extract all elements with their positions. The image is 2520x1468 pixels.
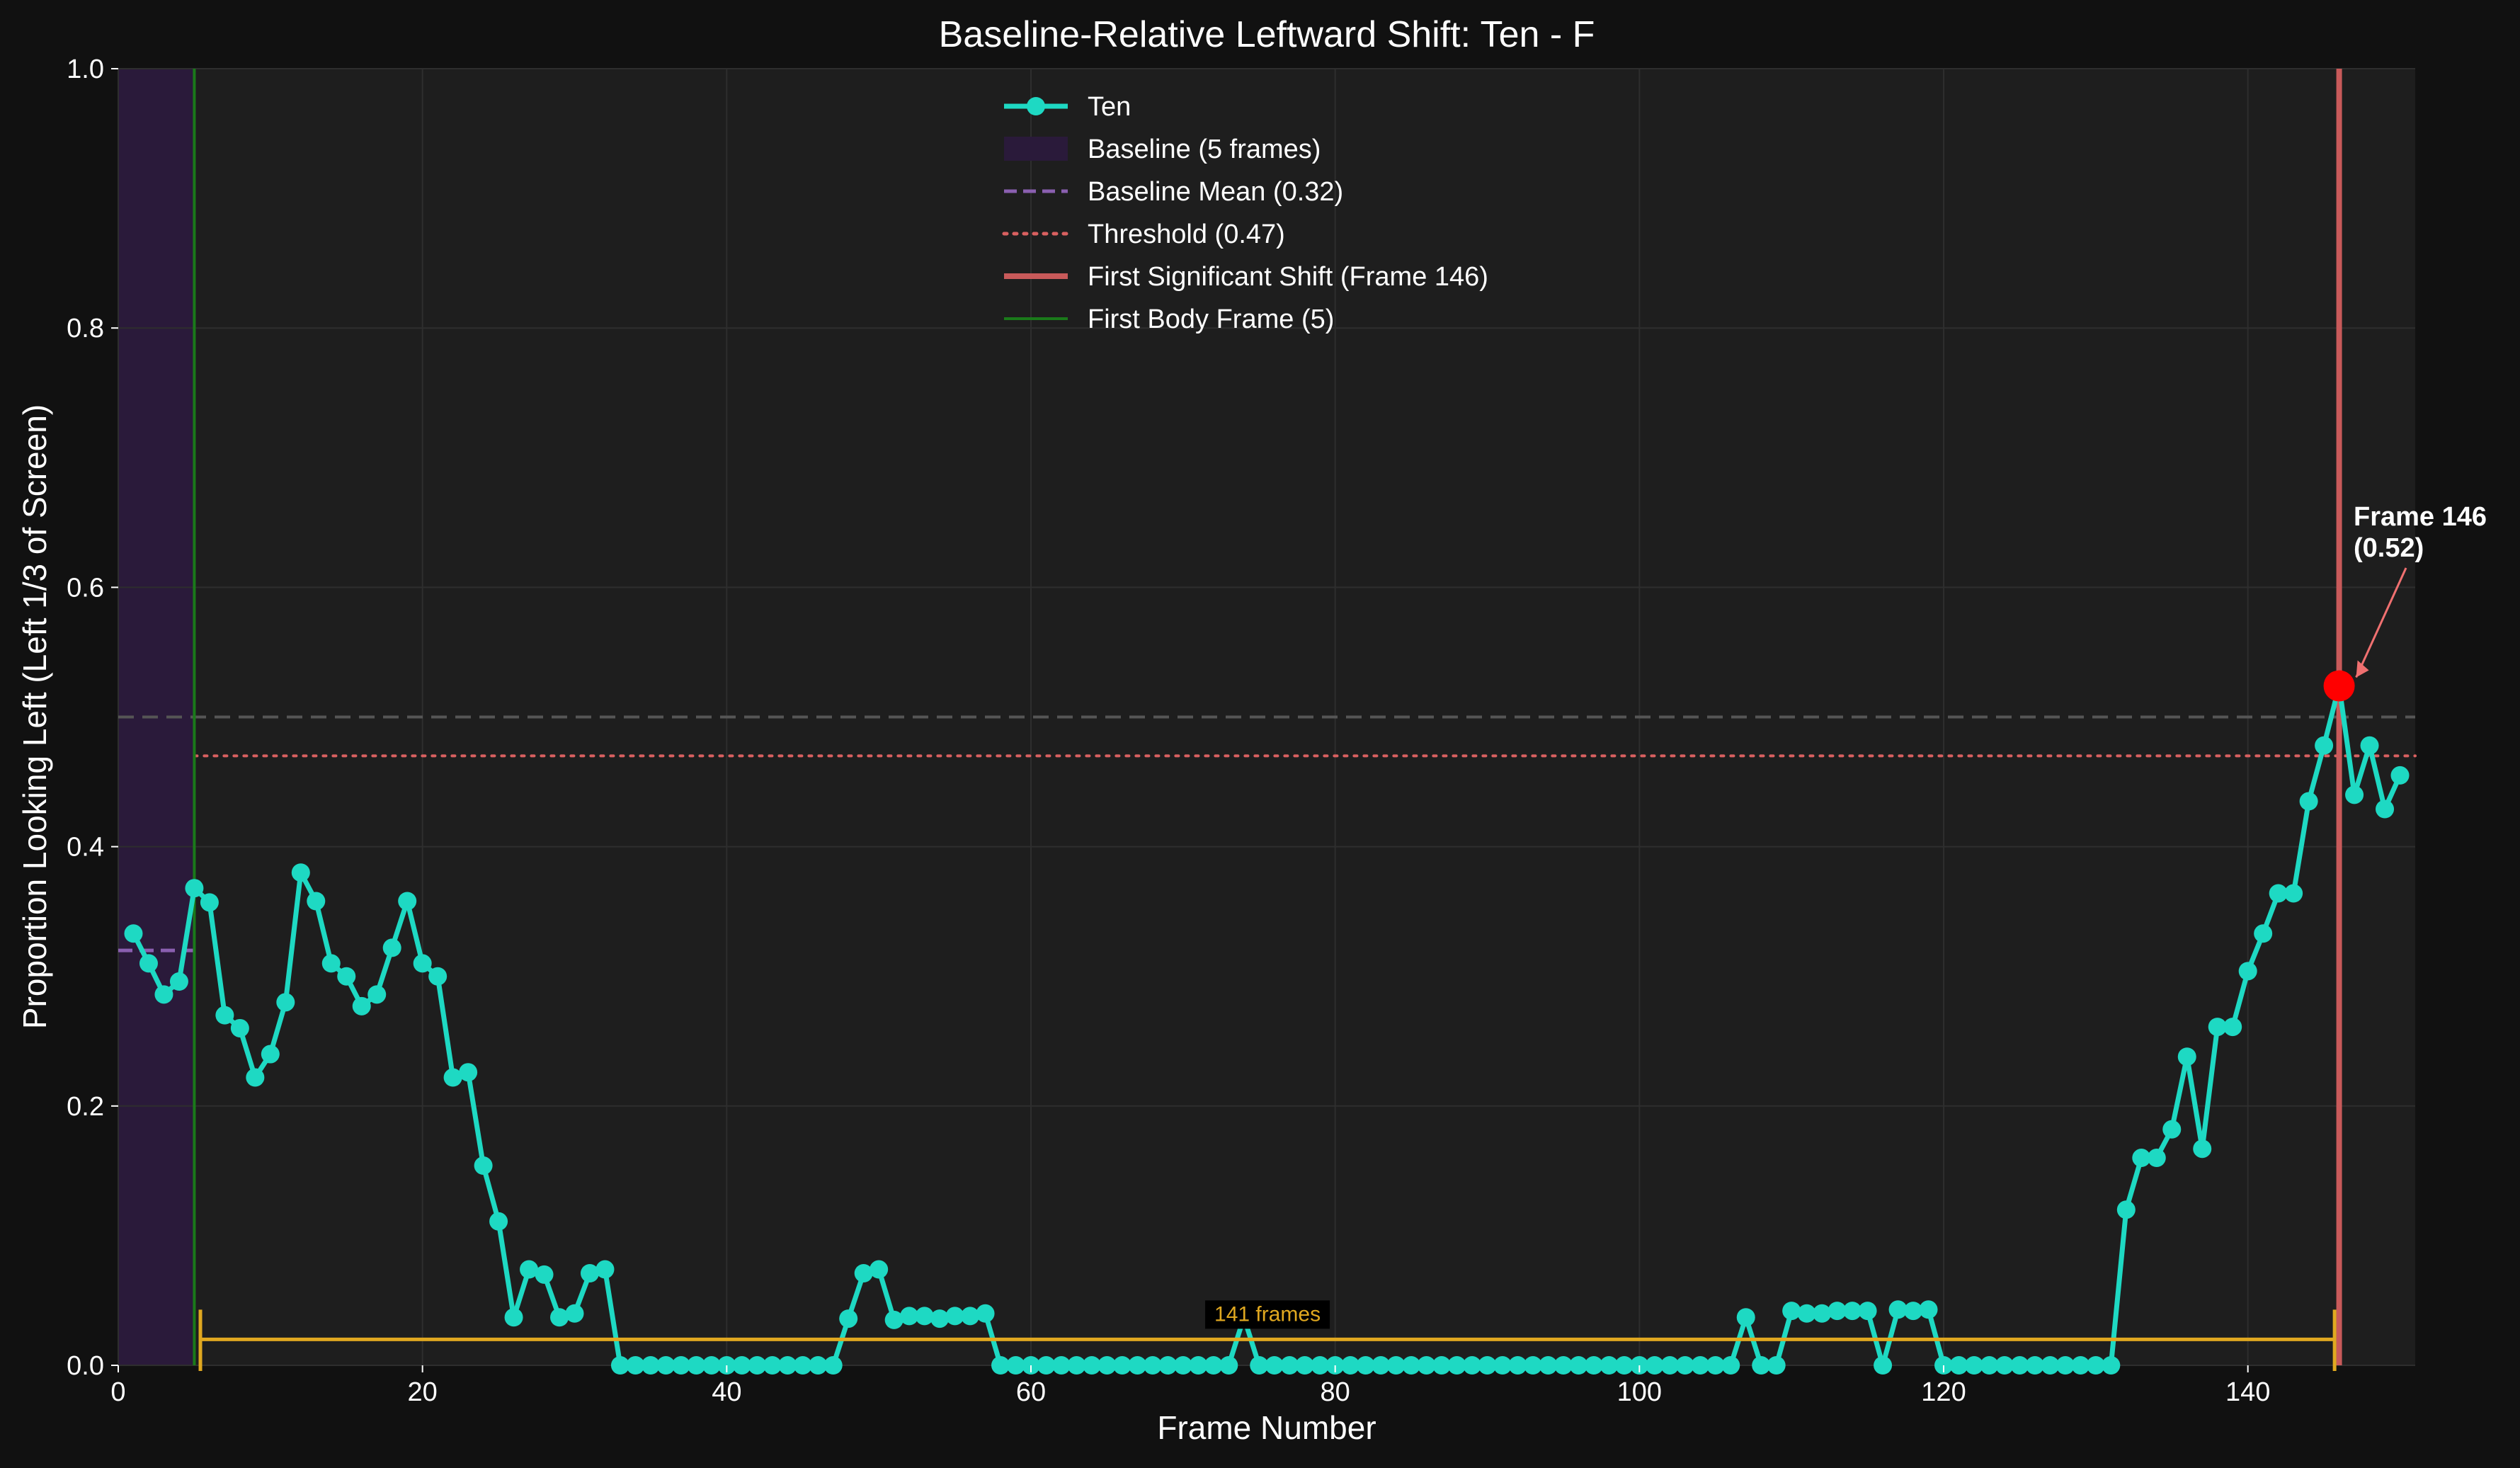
data-point bbox=[230, 1018, 249, 1037]
data-point bbox=[2116, 1200, 2136, 1219]
data-point bbox=[169, 972, 188, 991]
x-tick-label: 20 bbox=[408, 1377, 438, 1407]
data-point bbox=[307, 892, 326, 911]
data-point bbox=[261, 1045, 280, 1064]
data-point bbox=[565, 1304, 584, 1323]
x-tick-label: 60 bbox=[1016, 1377, 1046, 1407]
data-point bbox=[2162, 1120, 2182, 1139]
data-point bbox=[2315, 736, 2334, 755]
data-point bbox=[2254, 924, 2273, 943]
x-tick-label: 100 bbox=[1617, 1377, 1662, 1407]
y-tick-label: 0.6 bbox=[67, 573, 104, 603]
data-point bbox=[489, 1212, 508, 1231]
first-shift-marker bbox=[2323, 670, 2355, 702]
data-point bbox=[1874, 1356, 1893, 1375]
y-tick-label: 1.0 bbox=[67, 55, 104, 84]
data-point bbox=[2147, 1149, 2166, 1168]
data-point bbox=[1767, 1356, 1786, 1375]
data-point bbox=[413, 954, 432, 973]
y-tick-label: 0.0 bbox=[67, 1351, 104, 1381]
chart-title: Baseline-Relative Leftward Shift: Ten - … bbox=[939, 14, 1595, 55]
x-axis-label: Frame Number bbox=[1157, 1409, 1376, 1446]
data-point bbox=[337, 967, 356, 986]
y-tick-label: 0.2 bbox=[67, 1092, 104, 1122]
data-point bbox=[2299, 792, 2318, 811]
data-point bbox=[200, 893, 219, 912]
x-tick-label: 140 bbox=[2225, 1377, 2270, 1407]
x-tick-label: 40 bbox=[712, 1377, 741, 1407]
data-point bbox=[1736, 1308, 1755, 1327]
data-point bbox=[291, 863, 310, 882]
data-point bbox=[976, 1304, 995, 1323]
data-point bbox=[2360, 736, 2379, 755]
data-point bbox=[382, 938, 401, 957]
data-point bbox=[185, 879, 204, 898]
data-point bbox=[459, 1063, 478, 1082]
data-point bbox=[2345, 785, 2364, 804]
y-tick-label: 0.8 bbox=[67, 314, 104, 343]
y-axis-label: Proportion Looking Left (Left 1/3 of Scr… bbox=[16, 404, 53, 1029]
data-point bbox=[428, 967, 447, 986]
legend-5-label: First Body Frame (5) bbox=[1088, 305, 1334, 334]
legend-1-label: Baseline (5 frames) bbox=[1088, 135, 1321, 164]
data-point bbox=[321, 954, 341, 973]
legend-0-swatch-marker bbox=[1027, 97, 1045, 115]
data-point bbox=[595, 1260, 615, 1279]
chart: 141 frames Frame 146(0.52) 0 20 40 60 80 100 1… bbox=[0, 0, 2520, 1468]
legend-3-label: Threshold (0.47) bbox=[1088, 220, 1285, 249]
data-point bbox=[2102, 1356, 2121, 1375]
data-point bbox=[2223, 1018, 2242, 1037]
x-tick-label: 120 bbox=[1921, 1377, 1966, 1407]
data-point bbox=[474, 1156, 493, 1176]
data-point bbox=[124, 924, 143, 943]
data-point bbox=[276, 993, 295, 1012]
data-point bbox=[1219, 1356, 1238, 1375]
x-tick-label: 0 bbox=[110, 1377, 125, 1407]
data-point bbox=[839, 1309, 858, 1328]
data-point bbox=[823, 1356, 843, 1375]
data-point bbox=[154, 985, 173, 1004]
data-point bbox=[1919, 1300, 1938, 1319]
data-point bbox=[1721, 1356, 1740, 1375]
data-point bbox=[139, 954, 158, 973]
legend-2-label: Baseline Mean (0.32) bbox=[1088, 177, 1343, 207]
data-point bbox=[398, 892, 417, 911]
annotation-frame-label: Frame 146 bbox=[2354, 502, 2487, 532]
data-point bbox=[246, 1068, 265, 1087]
legend-1-swatch-patch bbox=[1004, 137, 1068, 161]
legend-0-label: Ten bbox=[1088, 92, 1131, 122]
data-point bbox=[2238, 962, 2257, 981]
legend-4-label: First Significant Shift (Frame 146) bbox=[1088, 262, 1488, 292]
data-point bbox=[535, 1265, 554, 1284]
data-point bbox=[215, 1006, 234, 1025]
data-point bbox=[870, 1260, 889, 1279]
bracket-label: 141 frames bbox=[1214, 1302, 1321, 1326]
data-point bbox=[2390, 766, 2410, 785]
data-point bbox=[2177, 1047, 2196, 1066]
data-point bbox=[2376, 800, 2395, 819]
data-point bbox=[367, 985, 387, 1004]
data-point bbox=[1858, 1302, 1877, 1321]
data-point bbox=[352, 996, 371, 1015]
annotation-value-label: (0.52) bbox=[2354, 533, 2424, 563]
data-point bbox=[504, 1308, 523, 1327]
data-point bbox=[2193, 1139, 2212, 1159]
y-tick-label: 0.4 bbox=[67, 833, 104, 863]
x-tick-label: 80 bbox=[1321, 1377, 1350, 1407]
data-point bbox=[2284, 884, 2303, 903]
